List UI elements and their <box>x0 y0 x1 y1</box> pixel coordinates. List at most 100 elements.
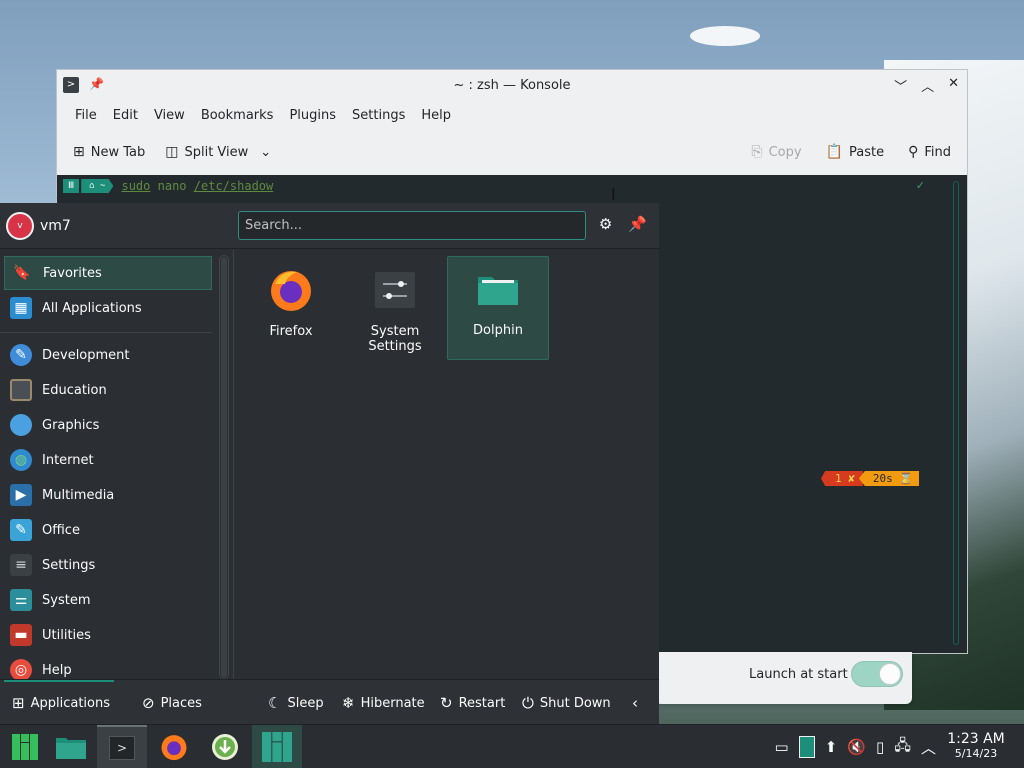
prompt-status: 1 ✘ 20s ⌛ <box>821 471 920 486</box>
chevron-up-icon[interactable]: ︿ <box>921 737 936 758</box>
menu-edit[interactable]: Edit <box>105 108 146 123</box>
menu-help[interactable]: Help <box>413 108 459 123</box>
split-view-label: Split View <box>184 144 249 160</box>
prompt-dir-segment: ⌂ ~ <box>81 179 114 193</box>
launch-at-start-toggle[interactable] <box>851 661 903 687</box>
wallpaper-cloud <box>690 26 760 46</box>
split-view-button[interactable]: ◫ Split View ⌄ <box>159 140 277 164</box>
duration-segment: 20s ⌛ <box>858 471 920 486</box>
scrollbar-thumb[interactable] <box>221 257 227 677</box>
favorite-system-settings[interactable]: System Settings <box>344 258 446 362</box>
find-label: Find <box>924 144 951 160</box>
sidebar-item-utilities[interactable]: ▬ Utilities <box>4 618 212 652</box>
favorite-label: System Settings <box>368 324 422 354</box>
applications-grid-icon: ⊞ <box>12 694 25 712</box>
sidebar-item-internet[interactable]: ◍ Internet <box>4 443 212 477</box>
menu-plugins[interactable]: Plugins <box>281 108 344 123</box>
updates-icon[interactable]: ⬆ <box>825 738 838 756</box>
sidebar-item-favorites[interactable]: 🔖 Favorites <box>4 256 212 290</box>
globe-icon: ◍ <box>10 449 32 471</box>
sidebar-item-office[interactable]: ✎ Office <box>4 513 212 547</box>
volume-muted-icon[interactable]: 🔇 <box>847 738 866 756</box>
bookmark-icon: 🔖 <box>13 265 31 281</box>
success-check-icon: ✓ <box>915 179 925 192</box>
menu-file[interactable]: File <box>67 108 105 123</box>
new-tab-label: New Tab <box>90 144 146 160</box>
copy-label: Copy <box>768 144 802 160</box>
more-options-button[interactable]: ‹ <box>632 694 638 712</box>
shutdown-button[interactable]: ⏻ Shut Down <box>522 694 611 712</box>
maximize-icon[interactable]: ︿ <box>921 76 934 95</box>
category-sidebar: 🔖 Favorites ▦ All Applications ✎ Develop… <box>0 250 216 682</box>
sidebar-item-settings[interactable]: ≡ Settings <box>4 548 212 582</box>
sidebar-item-label: Multimedia <box>42 487 115 503</box>
tab-label: Places <box>160 695 202 711</box>
grid-icon: ▦ <box>10 297 32 319</box>
minimize-icon[interactable]: ﹀ <box>894 76 907 95</box>
system-settings-icon <box>375 272 415 308</box>
taskbar: > ▭ ⬆ 🔇 ▯ 🖧 ︿ 1:23 AM 5/14/23 <box>0 724 1024 768</box>
pager-icon[interactable] <box>798 736 815 758</box>
restart-icon: ↻ <box>440 694 453 712</box>
sidebar-item-development[interactable]: ✎ Development <box>4 338 212 372</box>
removable-device-icon[interactable]: ▯ <box>876 738 884 756</box>
new-tab-button[interactable]: ⊞ New Tab <box>67 140 151 164</box>
pin-icon[interactable]: 📌 <box>628 215 647 233</box>
button-label: Sleep <box>287 695 324 711</box>
button-label: Restart <box>458 695 506 711</box>
sidebar-item-education[interactable]: Education <box>4 373 212 407</box>
close-icon[interactable]: ✕ <box>948 76 959 95</box>
split-view-icon: ◫ <box>165 144 179 160</box>
clock-time: 1:23 AM <box>947 731 1005 747</box>
sidebar-item-graphics[interactable]: Graphics <box>4 408 212 442</box>
paste-button[interactable]: 📋 Paste <box>820 140 891 164</box>
sidebar-item-label: Internet <box>42 452 94 468</box>
application-launcher-button[interactable] <box>0 725 50 768</box>
search-input[interactable] <box>238 211 586 240</box>
configure-icon[interactable]: ⚙ <box>599 215 612 233</box>
konsole-titlebar[interactable]: > 📌 ~ : zsh — Konsole ﹀ ︿ ✕ <box>57 70 967 100</box>
manjaro-hello-icon <box>262 732 292 762</box>
snowflake-icon: ❄ <box>342 694 355 712</box>
favorite-dolphin[interactable]: Dolphin <box>447 256 549 360</box>
find-button[interactable]: ⚲ Find <box>902 140 957 164</box>
sidebar-item-multimedia[interactable]: ▶ Multimedia <box>4 478 212 512</box>
clock-date: 5/14/23 <box>954 747 998 760</box>
menu-bar: File Edit View Bookmarks Plugins Setting… <box>57 100 967 130</box>
terminal-app-icon[interactable]: > <box>63 77 79 93</box>
text-cursor-icon: I <box>611 185 616 204</box>
menu-view[interactable]: View <box>146 108 193 123</box>
tab-applications[interactable]: ⊞ Applications <box>12 694 110 712</box>
taskbar-software-updater[interactable] <box>200 725 250 768</box>
taskbar-dolphin[interactable] <box>46 725 96 768</box>
taskbar-manjaro-hello[interactable] <box>252 725 302 768</box>
sidebar-scrollbar[interactable] <box>219 255 229 679</box>
favorite-label: Firefox <box>269 324 313 339</box>
menu-bookmarks[interactable]: Bookmarks <box>193 108 282 123</box>
launcher-footer: ⊞ Applications ⊘ Places ☾ Sleep ❄ Hibern… <box>0 679 659 725</box>
clock[interactable]: 1:23 AM 5/14/23 <box>938 731 1014 761</box>
copy-button[interactable]: ⎘ Copy <box>745 140 807 164</box>
show-desktop-icon[interactable]: ▭ <box>775 738 789 756</box>
taskbar-firefox[interactable] <box>149 725 199 768</box>
utilities-icon: ▬ <box>10 624 32 646</box>
sidebar-item-label: Favorites <box>43 265 102 281</box>
menu-settings[interactable]: Settings <box>344 108 413 123</box>
hibernate-button[interactable]: ❄ Hibernate <box>342 694 425 712</box>
terminal-scrollbar[interactable] <box>953 181 959 645</box>
chevron-down-icon[interactable]: ⌄ <box>260 145 271 160</box>
favorite-firefox[interactable]: Firefox <box>240 258 342 362</box>
avatar[interactable]: v <box>6 211 34 240</box>
network-icon[interactable]: 🖧 <box>894 735 911 760</box>
firefox-icon <box>271 271 311 311</box>
tab-places[interactable]: ⊘ Places <box>142 694 202 712</box>
sleep-button[interactable]: ☾ Sleep <box>268 694 324 712</box>
pin-window-icon[interactable]: 📌 <box>89 77 104 93</box>
toggle-knob <box>879 663 901 685</box>
taskbar-konsole[interactable]: > <box>97 725 147 768</box>
restart-button[interactable]: ↻ Restart <box>440 694 505 712</box>
sidebar-item-system[interactable]: ⚌ System <box>4 583 212 617</box>
folder-icon <box>56 738 86 759</box>
command-nano: nano <box>157 179 187 193</box>
sidebar-item-all-applications[interactable]: ▦ All Applications <box>4 291 212 325</box>
